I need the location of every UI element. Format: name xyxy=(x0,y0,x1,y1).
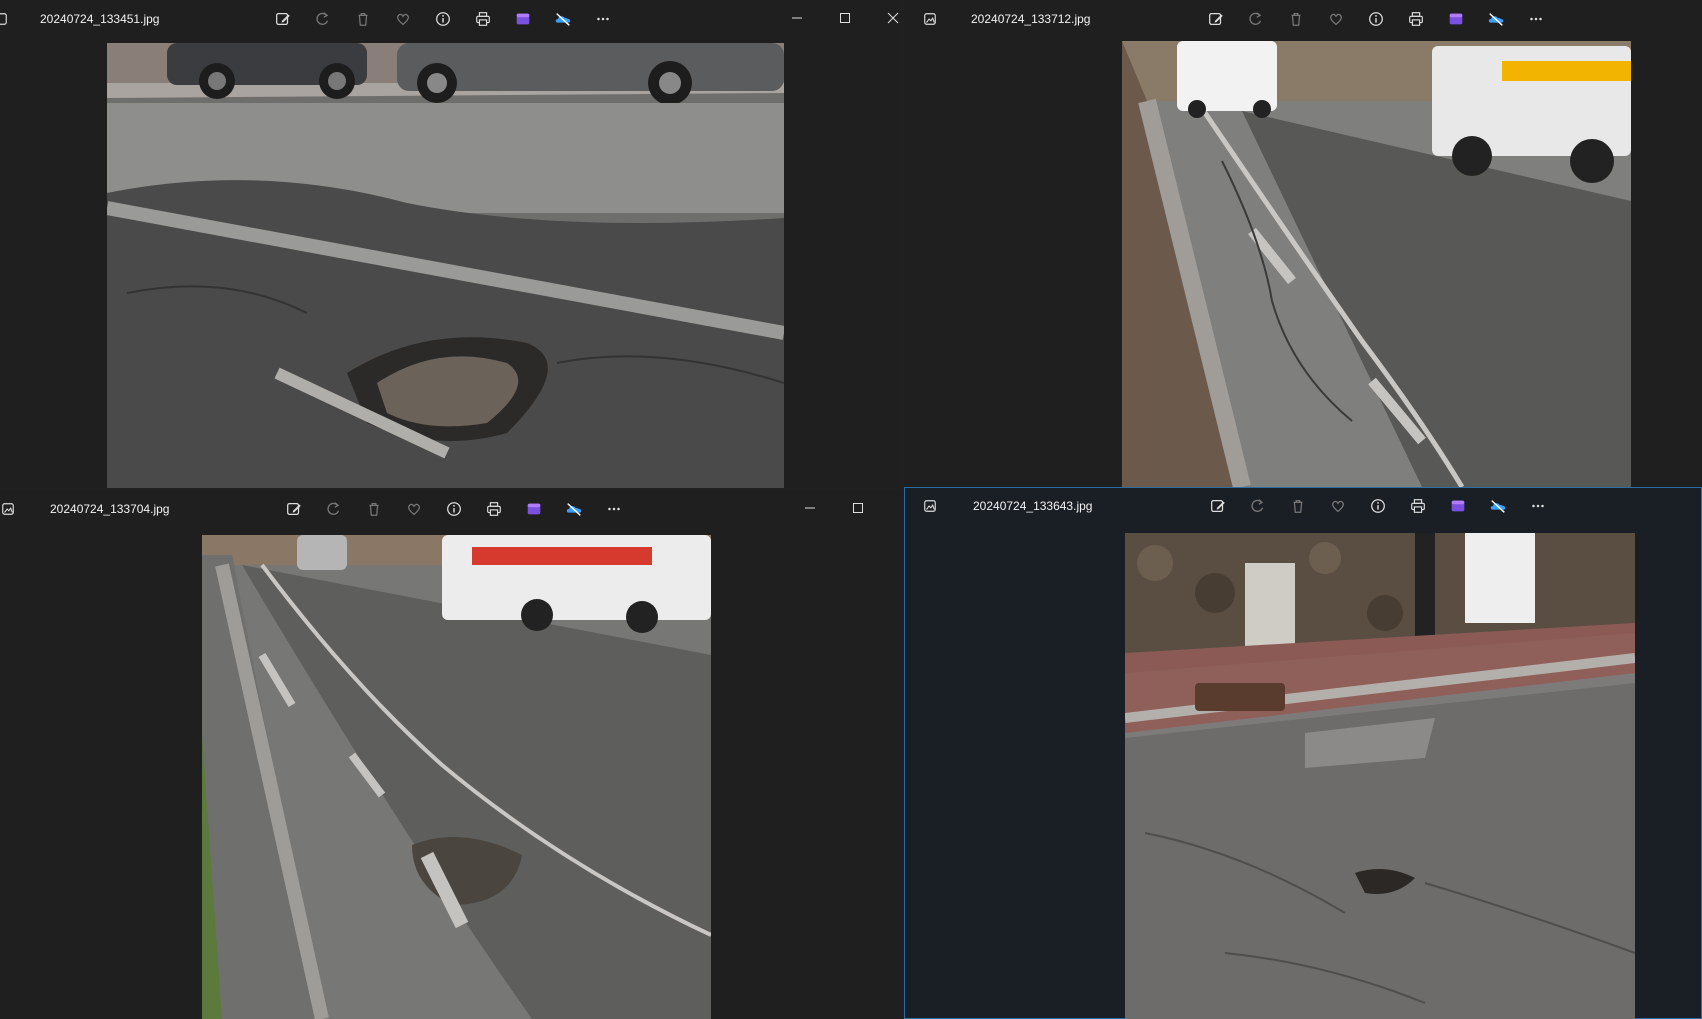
minimize-button[interactable] xyxy=(773,0,821,36)
clipchamp-icon[interactable] xyxy=(503,7,543,31)
rotate-icon[interactable] xyxy=(314,497,354,521)
photos-app-icon xyxy=(0,8,12,30)
more-options-icon[interactable] xyxy=(1516,7,1556,31)
title-bar: 20240724_133704.jpg xyxy=(0,490,902,530)
photos-window-2: 20240724_133712.jpg xyxy=(904,0,1702,487)
maximize-button[interactable] xyxy=(821,0,869,36)
close-button[interactable] xyxy=(869,0,902,36)
edit-image-icon[interactable] xyxy=(1198,494,1238,518)
favorite-heart-icon[interactable] xyxy=(394,497,434,521)
file-name: 20240724_133712.jpg xyxy=(971,12,1091,26)
minimize-button[interactable] xyxy=(786,490,834,526)
delete-icon[interactable] xyxy=(354,497,394,521)
delete-icon[interactable] xyxy=(1276,7,1316,31)
file-name: 20240724_133451.jpg xyxy=(40,12,160,26)
edit-image-icon[interactable] xyxy=(274,497,314,521)
onedrive-off-icon[interactable] xyxy=(554,497,594,521)
print-icon[interactable] xyxy=(1396,7,1436,31)
rotate-icon[interactable] xyxy=(1236,7,1276,31)
photo-pothole-1 xyxy=(107,43,784,488)
edit-image-icon[interactable] xyxy=(1196,7,1236,31)
rotate-icon[interactable] xyxy=(303,7,343,31)
onedrive-off-icon[interactable] xyxy=(1478,494,1518,518)
photo-street-with-trucks xyxy=(1122,41,1631,487)
photo-street-pothole-curb xyxy=(202,535,711,1019)
info-icon[interactable] xyxy=(1356,7,1396,31)
photos-app-icon xyxy=(919,8,941,30)
more-options-icon[interactable] xyxy=(583,7,623,31)
clipchamp-icon[interactable] xyxy=(514,497,554,521)
rotate-icon[interactable] xyxy=(1238,494,1278,518)
favorite-heart-icon[interactable] xyxy=(1318,494,1358,518)
clipchamp-icon[interactable] xyxy=(1436,7,1476,31)
delete-icon[interactable] xyxy=(343,7,383,31)
photos-window-3: 20240724_133704.jpg xyxy=(0,490,902,1019)
info-icon[interactable] xyxy=(1358,494,1398,518)
info-icon[interactable] xyxy=(423,7,463,31)
file-name: 20240724_133643.jpg xyxy=(973,499,1093,513)
title-bar: 20240724_133712.jpg xyxy=(904,0,1702,40)
favorite-heart-icon[interactable] xyxy=(383,7,423,31)
title-bar: 20240724_133451.jpg xyxy=(0,0,902,40)
onedrive-off-icon[interactable] xyxy=(1476,7,1516,31)
photos-app-icon xyxy=(0,498,19,520)
more-options-icon[interactable] xyxy=(1518,494,1558,518)
print-icon[interactable] xyxy=(1398,494,1438,518)
more-options-icon[interactable] xyxy=(594,497,634,521)
print-icon[interactable] xyxy=(474,497,514,521)
edit-image-icon[interactable] xyxy=(263,7,303,31)
photos-window-1: 20240724_133451.jpg xyxy=(0,0,902,488)
photos-window-4-active: 20240724_133643.jpg xyxy=(904,487,1702,1019)
delete-icon[interactable] xyxy=(1278,494,1318,518)
favorite-heart-icon[interactable] xyxy=(1316,7,1356,31)
info-icon[interactable] xyxy=(434,497,474,521)
onedrive-off-icon[interactable] xyxy=(543,7,583,31)
file-name: 20240724_133704.jpg xyxy=(50,502,170,516)
photos-app-icon xyxy=(919,495,941,517)
title-bar: 20240724_133643.jpg xyxy=(904,487,1702,527)
photo-pothole-garage xyxy=(1125,533,1635,1019)
clipchamp-icon[interactable] xyxy=(1438,494,1478,518)
print-icon[interactable] xyxy=(463,7,503,31)
maximize-button[interactable] xyxy=(834,490,882,526)
